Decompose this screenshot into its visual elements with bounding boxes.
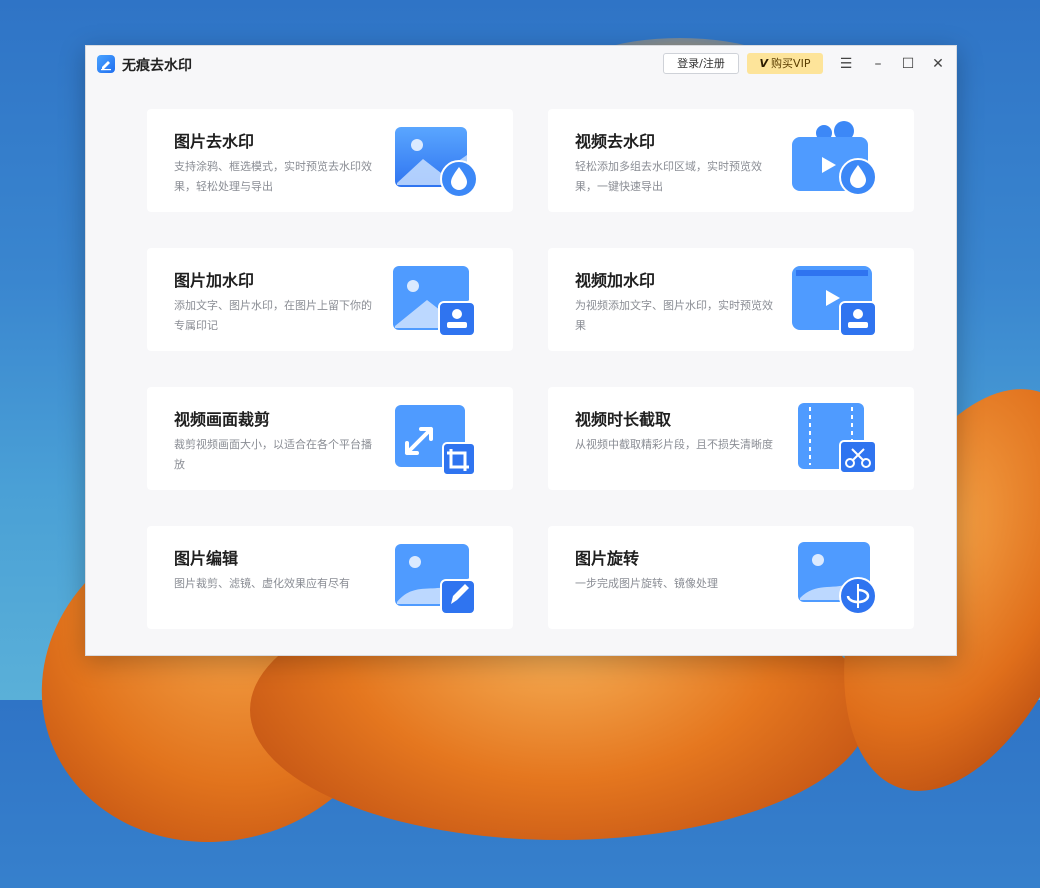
- card-title: 视频去水印: [575, 132, 656, 151]
- card-image-edit[interactable]: 图片编辑 图片裁剪、滤镜、虚化效果应有尽有: [147, 526, 513, 629]
- app-title: 无痕去水印: [122, 58, 192, 74]
- minimize-icon[interactable]: –: [868, 54, 888, 74]
- card-video-add-watermark[interactable]: 视频加水印 为视频添加文字、图片水印，实时预览效果: [548, 248, 914, 351]
- video-crop-icon: [395, 405, 476, 476]
- card-image-remove-watermark[interactable]: 图片去水印 支持涂鸦、框选模式，实时预览去水印效果，轻松处理与导出: [147, 109, 513, 212]
- card-title: 图片加水印: [174, 271, 255, 290]
- card-video-crop[interactable]: 视频画面裁剪 裁剪视频画面大小，以适合在各个平台播放: [147, 387, 513, 490]
- title-bar[interactable]: 无痕去水印 登录/注册 V 购买VIP ☰ – ☐ ✕: [86, 46, 956, 84]
- card-video-trim[interactable]: 视频时长截取 从视频中截取精彩片段，且不损失清晰度: [548, 387, 914, 490]
- card-desc: 一步完成图片旋转、镜像处理: [575, 577, 718, 590]
- app-logo-icon: [97, 55, 115, 73]
- image-stamp-icon: [393, 266, 476, 337]
- card-desc: 添加文字、图片水印，在图片上留下你的专属印记: [174, 299, 372, 332]
- vip-icon: V: [759, 57, 769, 70]
- image-rotate-icon: [798, 542, 877, 615]
- video-droplet-icon: [792, 121, 877, 196]
- card-desc: 支持涂鸦、框选模式，实时预览去水印效果，轻松处理与导出: [174, 160, 372, 193]
- card-image-rotate[interactable]: 图片旋转 一步完成图片旋转、镜像处理: [548, 526, 914, 629]
- card-title: 视频画面裁剪: [174, 410, 271, 429]
- card-title: 视频时长截取: [575, 410, 672, 429]
- card-title: 图片旋转: [575, 549, 640, 568]
- app-window: 无痕去水印 登录/注册 V 购买VIP ☰ – ☐ ✕ 图片去水印 支持涂鸦、框选…: [85, 45, 957, 656]
- card-desc: 轻松添加多组去水印区域，实时预览效果，一键快速导出: [575, 160, 762, 193]
- close-icon[interactable]: ✕: [928, 54, 948, 74]
- card-image-add-watermark[interactable]: 图片加水印 添加文字、图片水印，在图片上留下你的专属印记: [147, 248, 513, 351]
- card-title: 视频加水印: [575, 271, 656, 290]
- card-desc: 图片裁剪、滤镜、虚化效果应有尽有: [174, 577, 350, 590]
- card-desc: 为视频添加文字、图片水印，实时预览效果: [575, 299, 773, 332]
- video-stamp-icon: [792, 266, 877, 337]
- card-title: 图片去水印: [174, 132, 255, 151]
- video-trim-icon: [798, 403, 877, 474]
- card-desc: 从视频中截取精彩片段，且不损失清晰度: [575, 438, 773, 451]
- card-video-remove-watermark[interactable]: 视频去水印 轻松添加多组去水印区域，实时预览效果，一键快速导出: [548, 109, 914, 212]
- image-droplet-icon: [395, 127, 478, 198]
- login-button[interactable]: 登录/注册: [663, 53, 739, 74]
- buy-vip-label: 购买VIP: [771, 57, 811, 70]
- maximize-icon[interactable]: ☐: [898, 54, 918, 74]
- image-edit-icon: [395, 544, 476, 615]
- menu-icon[interactable]: ☰: [836, 54, 856, 74]
- card-desc: 裁剪视频画面大小，以适合在各个平台播放: [174, 438, 372, 471]
- buy-vip-button[interactable]: V 购买VIP: [747, 53, 823, 74]
- card-title: 图片编辑: [174, 549, 239, 568]
